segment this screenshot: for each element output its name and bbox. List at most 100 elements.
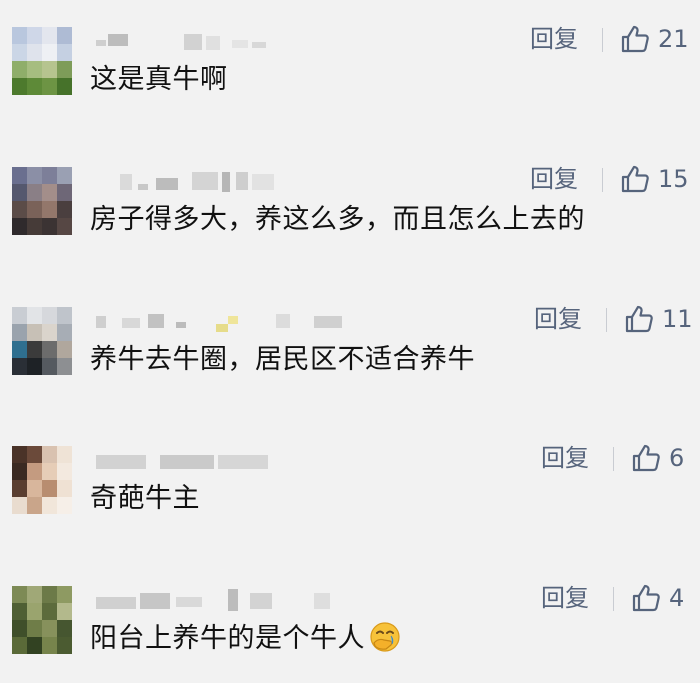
- like-button[interactable]: 21: [620, 22, 689, 56]
- avatar-pixel: [27, 324, 42, 341]
- like-button[interactable]: 15: [620, 162, 689, 196]
- like-button[interactable]: 6: [631, 441, 684, 475]
- avatar-pixel: [57, 201, 72, 218]
- avatar-pixel: [57, 307, 72, 324]
- avatar-pixel: [57, 358, 72, 375]
- reply-button[interactable]: 回复: [541, 441, 589, 475]
- username-blurred[interactable]: [92, 30, 332, 52]
- avatar-pixel: [57, 167, 72, 184]
- like-count: 11: [662, 305, 693, 333]
- avatar-pixel: [42, 603, 57, 620]
- avatar-pixel: [12, 620, 27, 637]
- avatar-pixel: [12, 218, 27, 235]
- avatar-pixel: [27, 586, 42, 603]
- thumbs-up-icon: [624, 304, 654, 334]
- avatar-pixel: [12, 497, 27, 514]
- avatar-pixel: [42, 358, 57, 375]
- avatar-pixel: [12, 637, 27, 654]
- avatar-pixel: [42, 61, 57, 78]
- username-blurred[interactable]: [92, 310, 342, 332]
- avatar-pixel: [57, 480, 72, 497]
- avatar-pixel: [42, 586, 57, 603]
- avatar-pixel: [57, 27, 72, 44]
- avatar-pixel: [12, 603, 27, 620]
- avatar-pixel: [42, 497, 57, 514]
- avatar-pixel: [27, 341, 42, 358]
- avatar-pixel: [57, 463, 72, 480]
- username-blurred[interactable]: [92, 170, 332, 192]
- avatar-pixel: [27, 463, 42, 480]
- reply-button[interactable]: 回复: [530, 22, 578, 56]
- avatar-pixel: [12, 358, 27, 375]
- avatar-pixel: [12, 324, 27, 341]
- username-blurred[interactable]: [92, 449, 332, 471]
- like-count: 21: [658, 25, 689, 53]
- avatar-pixel: [42, 27, 57, 44]
- thumbs-up-icon: [631, 443, 661, 473]
- avatar-pixel: [42, 78, 57, 95]
- comment-text: 奇葩牛主: [90, 483, 200, 514]
- avatar-pixel: [12, 463, 27, 480]
- avatar[interactable]: [12, 27, 72, 95]
- comment-text: 养牛去牛圈，居民区不适合养牛: [90, 344, 475, 375]
- avatar-pixel: [57, 446, 72, 463]
- avatar-pixel: [57, 324, 72, 341]
- comment-list: 这是真牛啊 回复 21 房子得多大，养这么多，而且怎么上去的 回复 15 养牛去…: [0, 0, 700, 683]
- face-with-hand-over-mouth-icon: [369, 621, 401, 665]
- comment-text: 这是真牛啊: [90, 64, 228, 95]
- action-divider: [613, 587, 614, 611]
- action-divider: [602, 28, 603, 52]
- like-count: 15: [658, 165, 689, 193]
- comment-item: 阳台上养牛的是个牛人 回复 4: [0, 559, 700, 683]
- username-blurred[interactable]: [92, 589, 332, 611]
- avatar-pixel: [42, 620, 57, 637]
- avatar[interactable]: [12, 586, 72, 654]
- avatar-pixel: [57, 620, 72, 637]
- avatar-pixel: [57, 586, 72, 603]
- avatar-pixel: [27, 637, 42, 654]
- reply-button[interactable]: 回复: [530, 162, 578, 196]
- avatar-pixel: [12, 44, 27, 61]
- avatar-pixel: [12, 184, 27, 201]
- avatar-pixel: [27, 307, 42, 324]
- thumbs-up-icon: [631, 583, 661, 613]
- avatar-pixel: [42, 218, 57, 235]
- comment-text: 房子得多大，养这么多，而且怎么上去的: [90, 204, 585, 235]
- like-button[interactable]: 11: [624, 302, 693, 336]
- avatar-pixel: [12, 78, 27, 95]
- reply-button[interactable]: 回复: [534, 302, 582, 336]
- avatar-pixel: [42, 463, 57, 480]
- avatar-pixel: [12, 307, 27, 324]
- avatar[interactable]: [12, 167, 72, 235]
- reply-button[interactable]: 回复: [541, 581, 589, 615]
- comment-item: 这是真牛啊 回复 21: [0, 0, 700, 140]
- avatar-pixel: [27, 446, 42, 463]
- avatar-pixel: [57, 218, 72, 235]
- avatar-pixel: [12, 586, 27, 603]
- comment-item: 养牛去牛圈，居民区不适合养牛 回复 11: [0, 280, 700, 420]
- avatar-pixel: [27, 78, 42, 95]
- avatar-pixel: [57, 637, 72, 654]
- comment-text: 阳台上养牛的是个牛人: [90, 619, 401, 665]
- avatar-pixel: [42, 637, 57, 654]
- avatar-pixel: [27, 480, 42, 497]
- avatar-pixel: [42, 307, 57, 324]
- avatar-pixel: [42, 184, 57, 201]
- avatar-pixel: [27, 358, 42, 375]
- avatar-pixel: [27, 201, 42, 218]
- avatar[interactable]: [12, 446, 72, 514]
- avatar-pixel: [57, 61, 72, 78]
- thumbs-up-icon: [620, 24, 650, 54]
- like-count: 4: [669, 584, 685, 612]
- avatar-pixel: [57, 497, 72, 514]
- avatar[interactable]: [12, 307, 72, 375]
- avatar-pixel: [27, 27, 42, 44]
- avatar-pixel: [27, 497, 42, 514]
- avatar-pixel: [27, 184, 42, 201]
- like-button[interactable]: 4: [631, 581, 684, 615]
- avatar-pixel: [27, 44, 42, 61]
- avatar-pixel: [57, 78, 72, 95]
- comment-item: 房子得多大，养这么多，而且怎么上去的 回复 15: [0, 140, 700, 280]
- avatar-pixel: [27, 167, 42, 184]
- avatar-pixel: [42, 480, 57, 497]
